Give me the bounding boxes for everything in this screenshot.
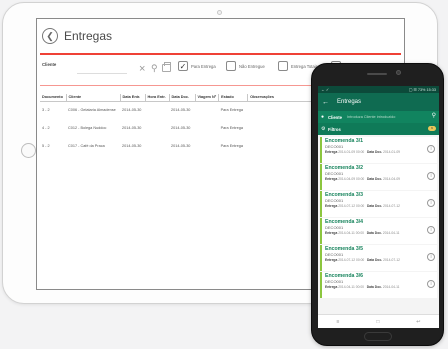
order-dates: Entrega 2014-01-09 00:00 Data Doc. 2014-… (325, 149, 400, 154)
tablet-camera (217, 10, 222, 15)
search-icon[interactable]: ⚲ (432, 113, 436, 119)
search-icon[interactable]: ⚲ (151, 64, 158, 73)
checkbox-box (226, 61, 236, 71)
back-nav-icon[interactable]: ↩ (416, 319, 420, 325)
phone-app-bar: ← Entregas (318, 93, 439, 111)
checkbox-label: Não Entregue (239, 63, 265, 69)
phone-home-button[interactable] (364, 332, 392, 341)
column-header[interactable]: Hora Entr. (145, 94, 170, 102)
cell-cliente: C006 - Gelataria Almadense (68, 108, 116, 113)
column-header[interactable]: Cliente (66, 94, 121, 102)
check-icon: ✓ (178, 61, 188, 71)
deliveries-table: Documento Cliente Data Entr. Hora Entr. … (40, 94, 329, 155)
checkbox-para-entrega[interactable]: ✓ Para Entrega (178, 61, 216, 71)
cell-viagem (195, 137, 219, 155)
table-row[interactable]: 3 - 2 C006 - Gelataria Almadense 2014-05… (40, 101, 328, 119)
person-icon: ● (321, 113, 325, 120)
list-item[interactable]: Encomenda 3/6 DECO001 Entrega 2014-04-11… (320, 272, 437, 298)
column-header[interactable]: Estado (218, 94, 249, 102)
checkbox-nao-entregue[interactable]: Não Entregue (226, 61, 265, 71)
filter-count-badge: 9 (428, 126, 436, 131)
page-title: Entregas (64, 29, 113, 43)
info-icon[interactable]: i (427, 226, 435, 234)
checkbox-entrega-totais[interactable]: Entrega Totais (278, 61, 318, 71)
status-left: ← ✓ (321, 88, 330, 92)
column-header[interactable]: Viagem Nº (195, 94, 220, 102)
filtros-row[interactable]: ⚙ Filtros 9 (318, 123, 439, 135)
cell-data-doc: 2014-05-30 (171, 126, 191, 130)
cliente-input[interactable] (77, 73, 127, 74)
list-item[interactable]: Encomenda 3/1 DECO001 Entrega 2014-01-09… (320, 137, 437, 163)
cell-viagem (195, 119, 219, 137)
order-dates: Entrega 2014-04-09 00:00 Data Doc. 2014-… (325, 176, 400, 181)
order-list: Encomenda 3/1 DECO001 Entrega 2014-01-09… (318, 135, 439, 298)
stage: ❮ Entregas Cliente × ⚲ ✓ Para Entrega Nã… (0, 0, 448, 349)
order-dates: Entrega 2014-04-11 00:00 Data Doc. 2014-… (325, 230, 400, 235)
cell-viagem (195, 101, 219, 119)
list-item[interactable]: Encomenda 3/5 DECO001 Entrega 2014-07-12… (320, 245, 437, 271)
filtros-label: Filtros (328, 126, 341, 132)
phone-device: ← ✓ ▢ ☰ 73% 15:33 ← Entregas ● Cliente I… (311, 63, 444, 346)
info-icon[interactable]: i (427, 280, 435, 288)
android-nav-bar: ≡ □ ↩ (318, 314, 439, 328)
status-right: ▢ ☰ 73% 15:33 (408, 88, 436, 92)
column-header[interactable]: Data Doc. (169, 94, 196, 102)
checkbox-label: Para Entrega (191, 63, 216, 69)
info-icon[interactable]: i (427, 172, 435, 180)
cell-hora-entrega (145, 119, 169, 137)
cell-cliente: C012 - Bolega Nuddoc (68, 126, 107, 130)
table-header-row: Documento Cliente Data Entr. Hora Entr. … (40, 94, 329, 102)
cell-hora-entrega (145, 101, 169, 119)
table-row[interactable]: 4 - 2 C012 - Bolega Nuddoc 2014-05-30 20… (40, 119, 328, 137)
order-dates: Entrega 2014-07-12 00:00 Data Doc. 2014-… (325, 257, 400, 262)
checkbox-box (278, 61, 288, 71)
menu-icon[interactable]: ≡ (336, 319, 339, 325)
phone-screen: ← ✓ ▢ ☰ 73% 15:33 ← Entregas ● Cliente I… (318, 86, 439, 328)
cell-estado: Para Entrega (220, 126, 243, 130)
list-item[interactable]: Encomenda 3/2 DECO001 Entrega 2014-04-09… (320, 164, 437, 190)
cell-estado: Para Entrega (220, 144, 243, 148)
tablet-home-button[interactable] (21, 143, 36, 158)
back-arrow-icon[interactable]: ❮ (42, 28, 58, 44)
cliente-label: Cliente (42, 62, 57, 67)
cell-estado: Para Entrega (220, 108, 243, 113)
checkbox-label: Entrega Totais (291, 63, 318, 69)
cliente-input[interactable]: Introduza Cliente introduzido (347, 115, 395, 119)
clear-icon[interactable]: × (139, 64, 145, 75)
phone-speaker (367, 73, 387, 75)
phone-page-title: Entregas (337, 99, 362, 105)
home-icon[interactable]: □ (376, 319, 379, 325)
list-item[interactable]: Encomenda 3/3 DECO001 Entrega 2014-07-12… (320, 191, 437, 217)
column-header[interactable]: Documento (40, 94, 67, 102)
cell-data-doc: 2014-05-30 (171, 108, 191, 113)
info-icon[interactable]: i (427, 199, 435, 207)
cell-hora-entrega (145, 137, 169, 155)
cell-documento: 3 - 2 (42, 108, 50, 113)
cliente-search-row[interactable]: ● Cliente Introduza Cliente introduzido … (318, 111, 439, 123)
table-row[interactable]: 5 - 2 C017 - Café da Praca 2014-05-30 20… (40, 137, 328, 155)
order-dates: Entrega 2014-04-11 00:00 Data Doc. 2014-… (325, 284, 400, 289)
print-icon[interactable] (162, 62, 171, 72)
cell-data-entrega: 2014-05-30 (122, 126, 142, 130)
app-header: ❮ Entregas (37, 19, 404, 53)
phone-camera (396, 70, 401, 75)
cell-data-entrega: 2014-05-30 (122, 144, 142, 148)
info-icon[interactable]: i (427, 253, 435, 261)
order-dates: Entrega 2014-07-12 00:00 Data Doc. 2014-… (325, 203, 400, 208)
cell-data-doc: 2014-05-30 (171, 144, 191, 148)
cell-data-entrega: 2014-05-30 (122, 108, 142, 113)
status-bar: ← ✓ ▢ ☰ 73% 15:33 (318, 86, 439, 93)
list-item[interactable]: Encomenda 3/4 DECO001 Entrega 2014-04-11… (320, 218, 437, 244)
cliente-label: Cliente (328, 114, 342, 120)
cell-cliente: C017 - Café da Praca (68, 144, 105, 148)
cell-documento: 4 - 2 (42, 126, 50, 130)
back-arrow-icon[interactable]: ← (322, 99, 329, 106)
filter-icon: ⚙ (321, 125, 326, 132)
info-icon[interactable]: i (427, 145, 435, 153)
column-header[interactable]: Data Entr. (120, 94, 146, 102)
cell-documento: 5 - 2 (42, 144, 50, 148)
